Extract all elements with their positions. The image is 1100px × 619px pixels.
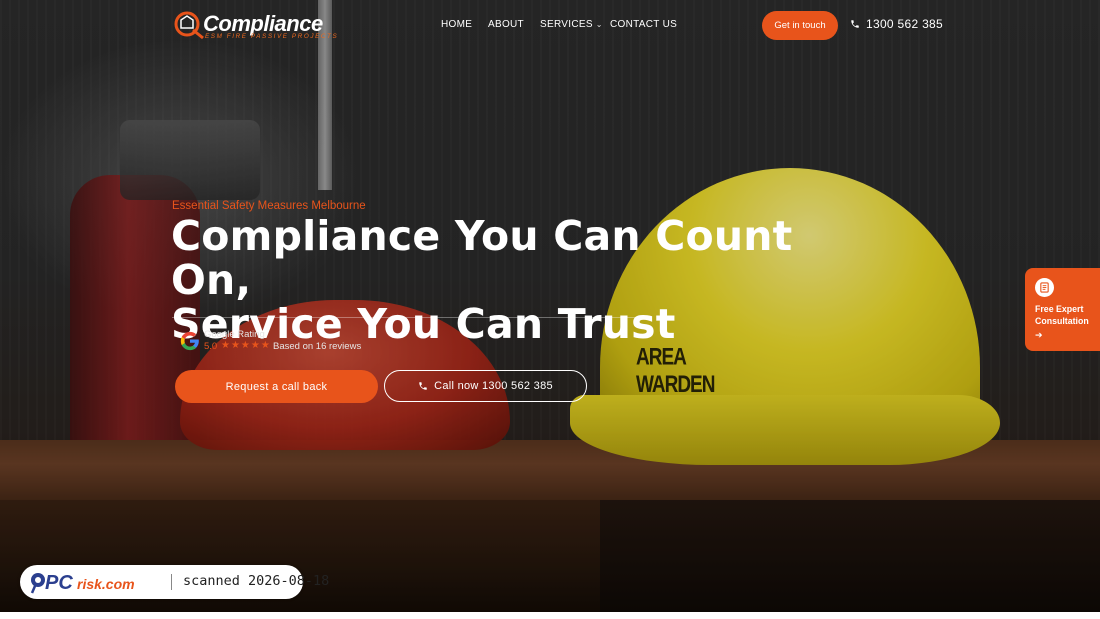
chevron-down-icon: ⌄ [595, 20, 603, 29]
header-phone-link[interactable]: 1300 562 385 [850, 17, 943, 31]
watermark-scan-text: scanned 2026-08-18 [183, 573, 330, 589]
hero-headline: Compliance You Can Count On, Service You… [171, 214, 811, 346]
hero-section: AREA WARDEN Compliance ESM FIRE PASSIVE … [0, 0, 1100, 612]
free-consultation-tab[interactable]: Free Expert Consultation ➔ [1025, 268, 1100, 351]
phone-icon [851, 20, 859, 28]
rating-score: 5.0 [204, 341, 218, 352]
hero-headline-line1: Compliance You Can Count On, [171, 212, 793, 304]
hero-eyebrow: Essential Safety Measures Melbourne [172, 200, 366, 212]
phone-icon [419, 382, 427, 390]
pcrisk-watermark: PC risk.com scanned 2026-08-18 [20, 565, 329, 599]
rating-label: Google Rating [204, 329, 265, 340]
logo-mark-icon [174, 11, 204, 40]
pcrisk-logo: PC risk.com [30, 572, 135, 594]
logo-tagline: ESM FIRE PASSIVE PROJECTS [205, 33, 339, 40]
svg-text:PC: PC [45, 572, 73, 594]
nav-about[interactable]: ABOUT [488, 19, 524, 30]
watermark-separator [171, 574, 172, 590]
nav-contact-us[interactable]: CONTACT US [610, 19, 677, 30]
google-g-icon [180, 331, 199, 351]
svg-text:risk.com: risk.com [77, 576, 135, 592]
nav-home[interactable]: HOME [441, 19, 472, 30]
rating-review-count: Based on 16 reviews [273, 341, 362, 352]
star-rating-icons: ★★★★★ [221, 340, 271, 351]
arrow-right-icon: ➔ [1035, 331, 1043, 341]
nav-services[interactable]: SERVICES ⌄ [540, 19, 603, 30]
call-now-button[interactable]: Call now 1300 562 385 [384, 370, 587, 402]
get-in-touch-button[interactable]: Get in touch [762, 11, 838, 40]
document-icon [1035, 278, 1054, 297]
nav-services-label: SERVICES [540, 19, 593, 30]
call-now-label: Call now 1300 562 385 [434, 380, 553, 392]
consultation-label: Free Expert Consultation [1035, 304, 1089, 326]
header-phone-number: 1300 562 385 [866, 17, 944, 31]
site-logo[interactable]: Compliance ESM FIRE PASSIVE PROJECTS [173, 10, 337, 42]
hero-divider [172, 317, 652, 318]
request-callback-button[interactable]: Request a call back [175, 370, 378, 403]
